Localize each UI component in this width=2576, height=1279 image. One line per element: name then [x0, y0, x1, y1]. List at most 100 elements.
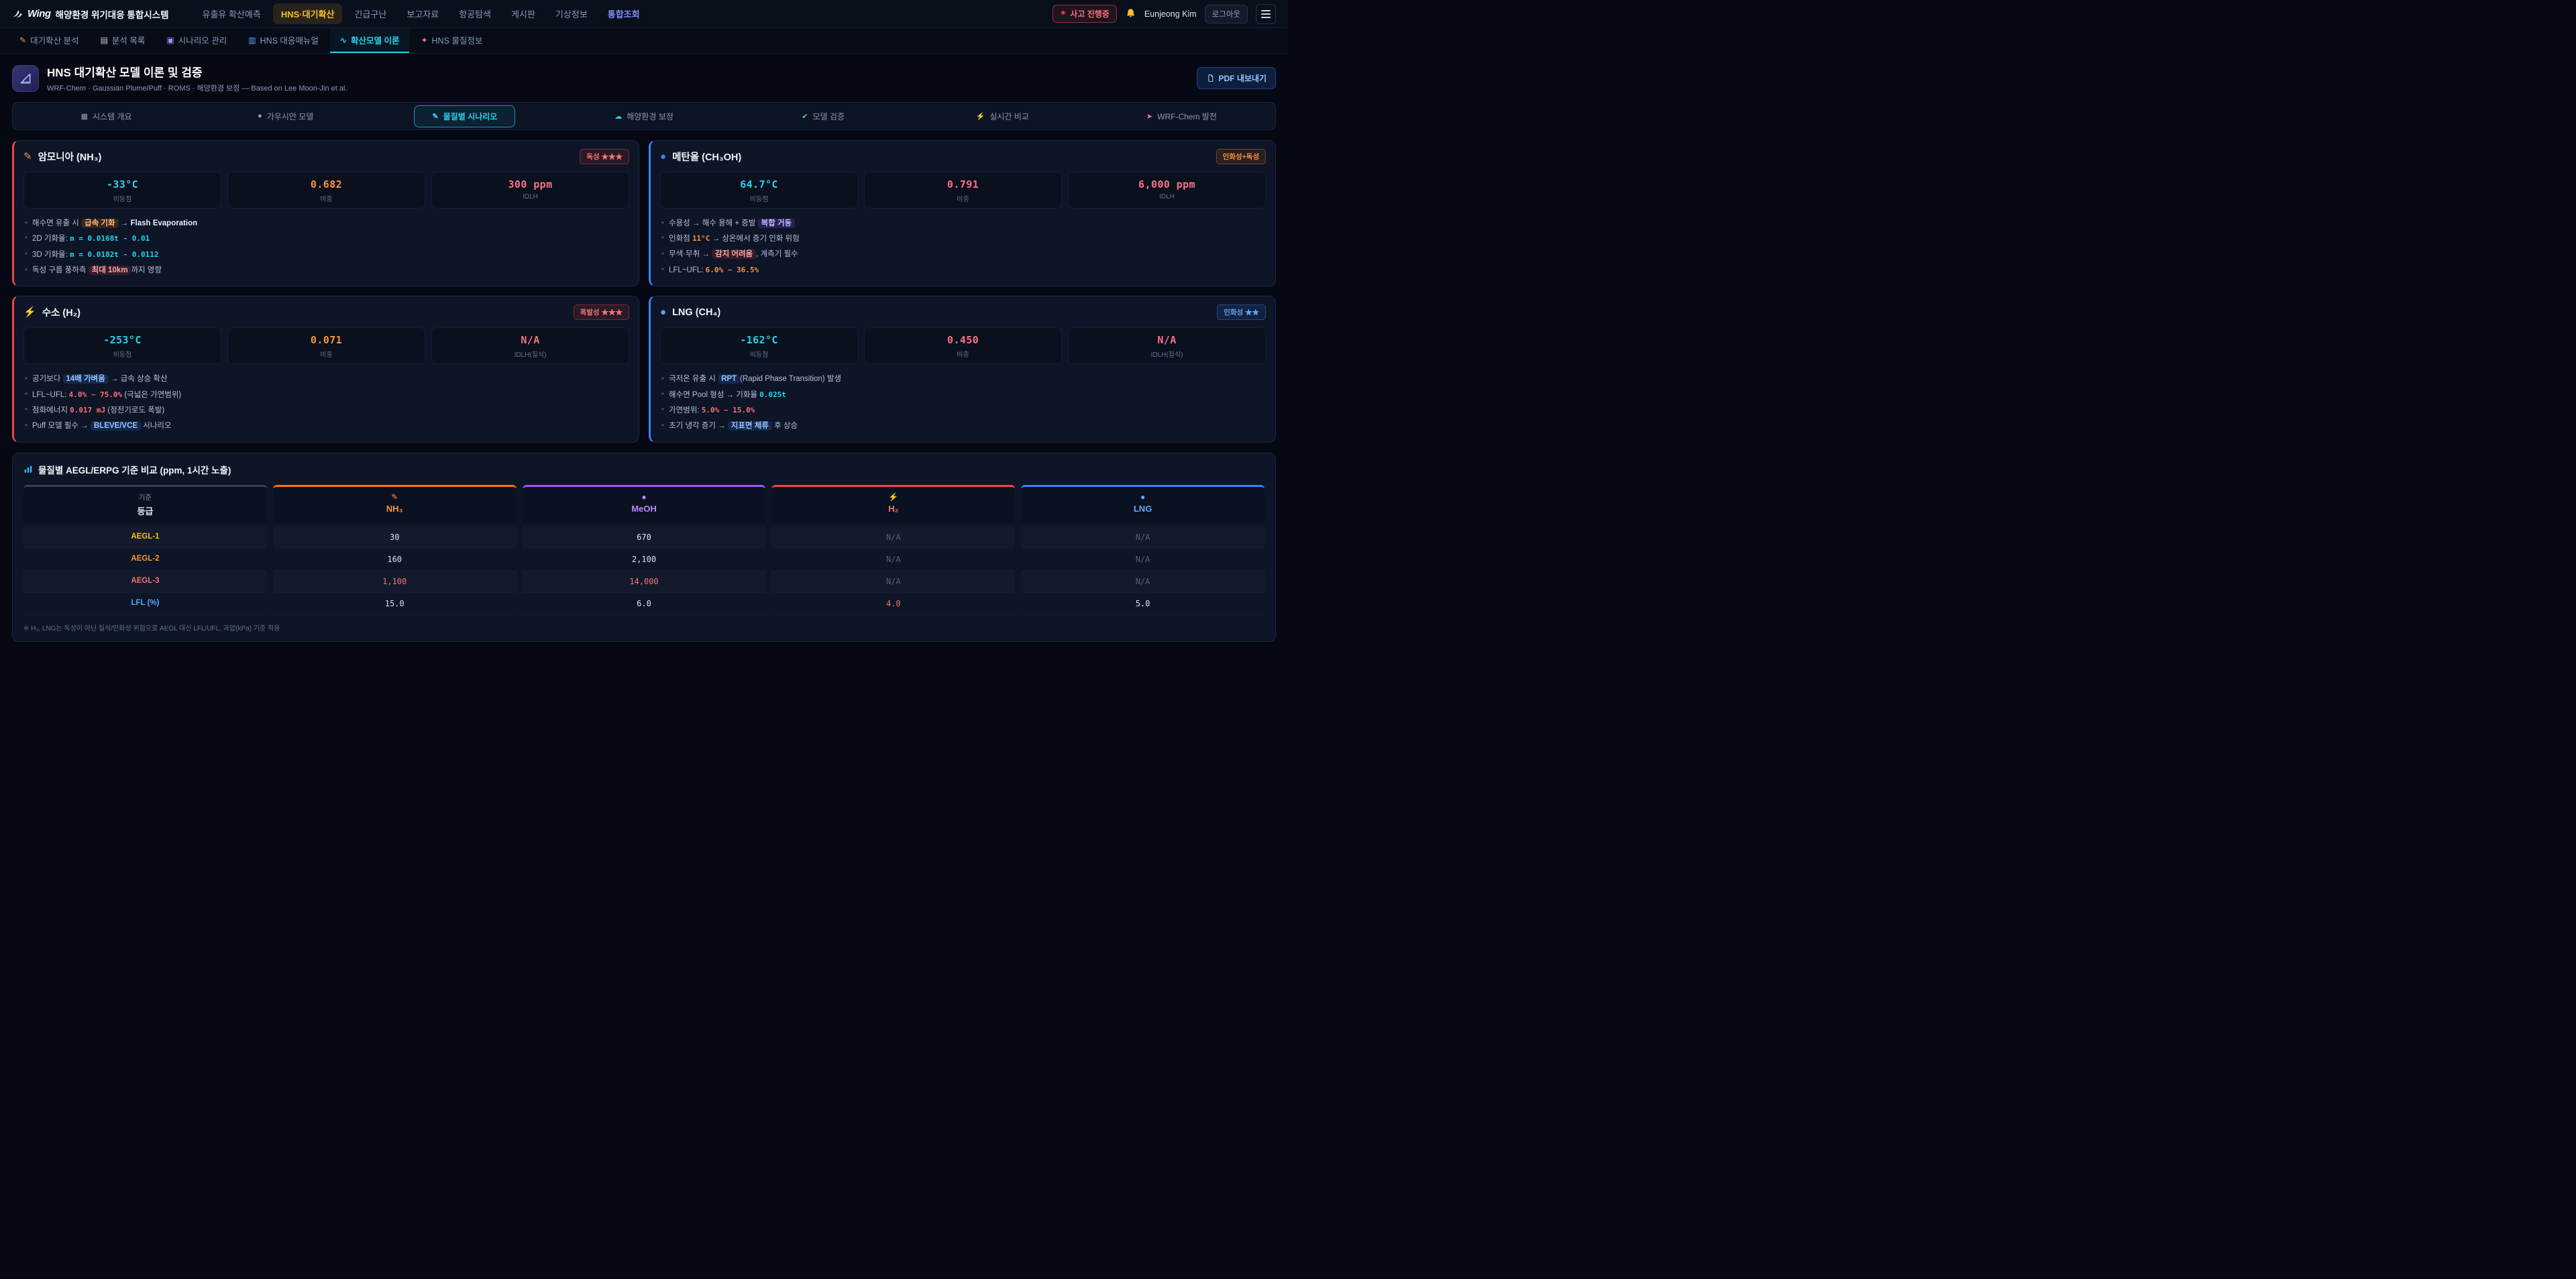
stat-value: 0.071 [231, 334, 422, 346]
check-icon: ✔ [802, 112, 808, 121]
table-cell: 670 [523, 526, 766, 549]
table-cell: 6.0 [523, 593, 766, 615]
table-header-label: NH₃ [277, 504, 513, 514]
flask-icon: ✦ [421, 36, 427, 45]
bullet-text: 수용성 → 해수 용해 + 증발 [669, 219, 758, 227]
subnav-tab[interactable]: ▥HNS 대응매뉴얼 [238, 28, 329, 53]
card-bullet: 인화점 11°C → 상온에서 증기 인화 위험 [660, 231, 1266, 247]
document-icon [1206, 74, 1215, 82]
bullet-text: 극저온 유출 시 [669, 375, 718, 383]
section-tab[interactable]: ▦시스템 개요 [17, 105, 196, 127]
table-cell: 4.0 [771, 593, 1015, 615]
page-subtitle: WRF-Chem · Gaussian Plume/Puff · ROMS · … [47, 82, 347, 93]
section-tab[interactable]: ●가우시안 모델 [196, 105, 375, 127]
hamburger-menu-button[interactable] [1256, 4, 1276, 24]
stat-box: 64.7°C비등점 [660, 172, 858, 209]
subnav-tab[interactable]: ▤분석 목록 [91, 28, 156, 53]
top-nav-item[interactable]: 통합조회 [600, 3, 648, 24]
section-tab[interactable]: ✔모델 검증 [734, 105, 913, 127]
section-tab[interactable]: ☁해양환경 보정 [554, 105, 733, 127]
top-nav-item[interactable]: 게시판 [503, 3, 543, 24]
card-bullet-list: 극저온 유출 시 RPT(Rapid Phase Transition) 발생해… [660, 372, 1266, 434]
stat-value: -162°C [663, 334, 855, 346]
section-tab-label: 해양환경 보정 [627, 111, 674, 122]
top-nav-item[interactable]: HNS·대기확산 [273, 3, 343, 24]
page-header-text: HNS 대기확산 모델 이론 및 검증 WRF-Chem · Gaussian … [47, 63, 347, 93]
section-tab[interactable]: ⚡실시간 비교 [913, 105, 1092, 127]
hazard-badge: 인화성 ★★ [1217, 304, 1266, 320]
stat-label: 비등점 [27, 349, 218, 359]
bullet-text: 인화점 [669, 235, 692, 243]
bolt-icon: ⚡ [775, 492, 1011, 502]
stat-row: 64.7°C비등점0.791비중6,000 ppmIDLH [660, 172, 1266, 209]
aegl-table: 기준등급✎NH₃●MeOH⚡H₂●LNGAEGL-130670N/AN/AAEG… [23, 485, 1265, 615]
section-tab[interactable]: ➤WRF-Chem 발전 [1092, 105, 1271, 127]
bullet-text: (정전기로도 폭발) [105, 406, 164, 414]
topnav-right-cluster: ✶ 사고 진행중 Eunjeong Kim 로그아웃 [1053, 4, 1276, 24]
top-nav-item[interactable]: 보고자료 [398, 3, 447, 24]
notification-bell-icon[interactable] [1125, 8, 1136, 19]
stat-box: -33°C비등점 [23, 172, 221, 209]
table-footnote: ※ H₂, LNG는 독성이 아닌 질식/인화성 위험으로 AEGL 대신 LF… [23, 622, 1265, 632]
stat-row: -33°C비등점0.682비중300 ppmIDLH [23, 172, 629, 209]
table-header-label: MeOH [527, 504, 762, 514]
wing-logo-icon [12, 9, 23, 19]
table-header-cell: ●MeOH [523, 485, 766, 523]
card-bullet: LFL~UFL: 4.0% ~ 75.0% (극넓은 가연범위) [23, 387, 629, 403]
bullet-text: LFL~UFL: [669, 266, 706, 274]
pdf-export-button[interactable]: PDF 내보내기 [1197, 67, 1277, 89]
pencil-icon: ✎ [432, 112, 438, 121]
substance-title: LNG (CH₄) [672, 307, 720, 318]
stat-box: -162°C비등점 [660, 327, 858, 364]
card-bullet-list: 해수면 유출 시 급속 기화 → Flash Evaporation2D 기화율… [23, 216, 629, 278]
top-nav-item[interactable]: 유출유 확산예측 [195, 3, 269, 24]
table-cell: 1,100 [273, 571, 517, 593]
subnav-tab[interactable]: ▣시나리오 관리 [156, 28, 237, 53]
stat-value: 0.791 [867, 178, 1059, 190]
table-title-row: 물질별 AEGL/ERPG 기준 비교 (ppm, 1시간 노출) [23, 463, 1265, 476]
card-bullet: 무색·무취 → 감지 어려움, 계측기 필수 [660, 247, 1266, 263]
bullet-text: LFL~UFL: [32, 391, 69, 399]
section-tab[interactable]: ✎ 물질별 시나리오 [375, 105, 554, 127]
sub-navigation-bar: ✎대기확산 분석▤분석 목록▣시나리오 관리▥HNS 대응매뉴얼∿확산모델 이론… [0, 28, 1288, 54]
pdf-export-label: PDF 내보내기 [1219, 72, 1267, 84]
folder-icon: ▣ [166, 36, 174, 45]
bullet-highlight: 지표면 체류 [728, 421, 772, 431]
logout-button[interactable]: 로그아웃 [1205, 5, 1248, 23]
substance-cards-grid: ✎암모니아 (NH₃)독성 ★★★ -33°C비등점0.682비중 300 ppm I… [12, 140, 1276, 443]
bullet-highlight: 6.0% ~ 36.5% [706, 266, 759, 274]
substance-title: 메탄올 (CH₃OH) [672, 150, 741, 164]
sphere-icon: ● [1025, 492, 1260, 502]
page-header: HNS 대기확산 모델 이론 및 검증 WRF-Chem · Gaussian … [12, 63, 1276, 93]
subnav-tab[interactable]: ∿확산모델 이론 [330, 28, 410, 53]
card-bullet-list: 수용성 → 해수 용해 + 증발 복합 거동인화점 11°C → 상온에서 증기… [660, 216, 1266, 278]
card-header: ⚡수소 (H₂)폭발성 ★★★ [23, 304, 629, 320]
bullet-text: (Rapid Phase Transition) 발생 [740, 375, 841, 383]
table-cell: N/A [1021, 571, 1265, 593]
stat-label: 비등점 [27, 193, 218, 203]
top-nav-item[interactable]: 긴급구난 [346, 3, 394, 24]
stat-box: 0.791비중 [864, 172, 1062, 209]
stat-label: 비중 [231, 349, 422, 359]
top-nav-item[interactable]: 기상정보 [547, 3, 596, 24]
book-icon: ▥ [248, 36, 256, 45]
top-nav-item[interactable]: 항공탐색 [451, 3, 499, 24]
stat-label: IDLH [1071, 193, 1263, 201]
card-header: ●LNG (CH₄)인화성 ★★ [660, 304, 1266, 320]
table-cell: 2,100 [523, 549, 766, 571]
brand[interactable]: Wing 해양환경 위기대응 통합시스템 [12, 7, 169, 21]
stat-value: 300 ppm [435, 178, 626, 190]
bolt-icon: ⚡ [23, 307, 36, 317]
card-header: ✎암모니아 (NH₃)독성 ★★★ [23, 149, 629, 164]
stat-box: 0.450비중 [864, 327, 1062, 364]
subnav-tab[interactable]: ✦HNS 물질정보 [411, 28, 492, 53]
subnav-tab[interactable]: ✎대기확산 분석 [9, 28, 89, 53]
table-header-label: LNG [1025, 504, 1260, 514]
hazard-badge: 인화성+독성 [1216, 149, 1266, 164]
sphere-icon: ● [258, 112, 262, 120]
bullet-text: 공기보다 [32, 375, 63, 383]
bullet-highlight: m = 0.0168t - 0.01 [70, 234, 150, 243]
stat-box: 0.682비중 [227, 172, 425, 209]
bullet-text: 무색·무취 → [669, 250, 712, 258]
section-tab-label: 물질별 시나리오 [443, 111, 498, 122]
